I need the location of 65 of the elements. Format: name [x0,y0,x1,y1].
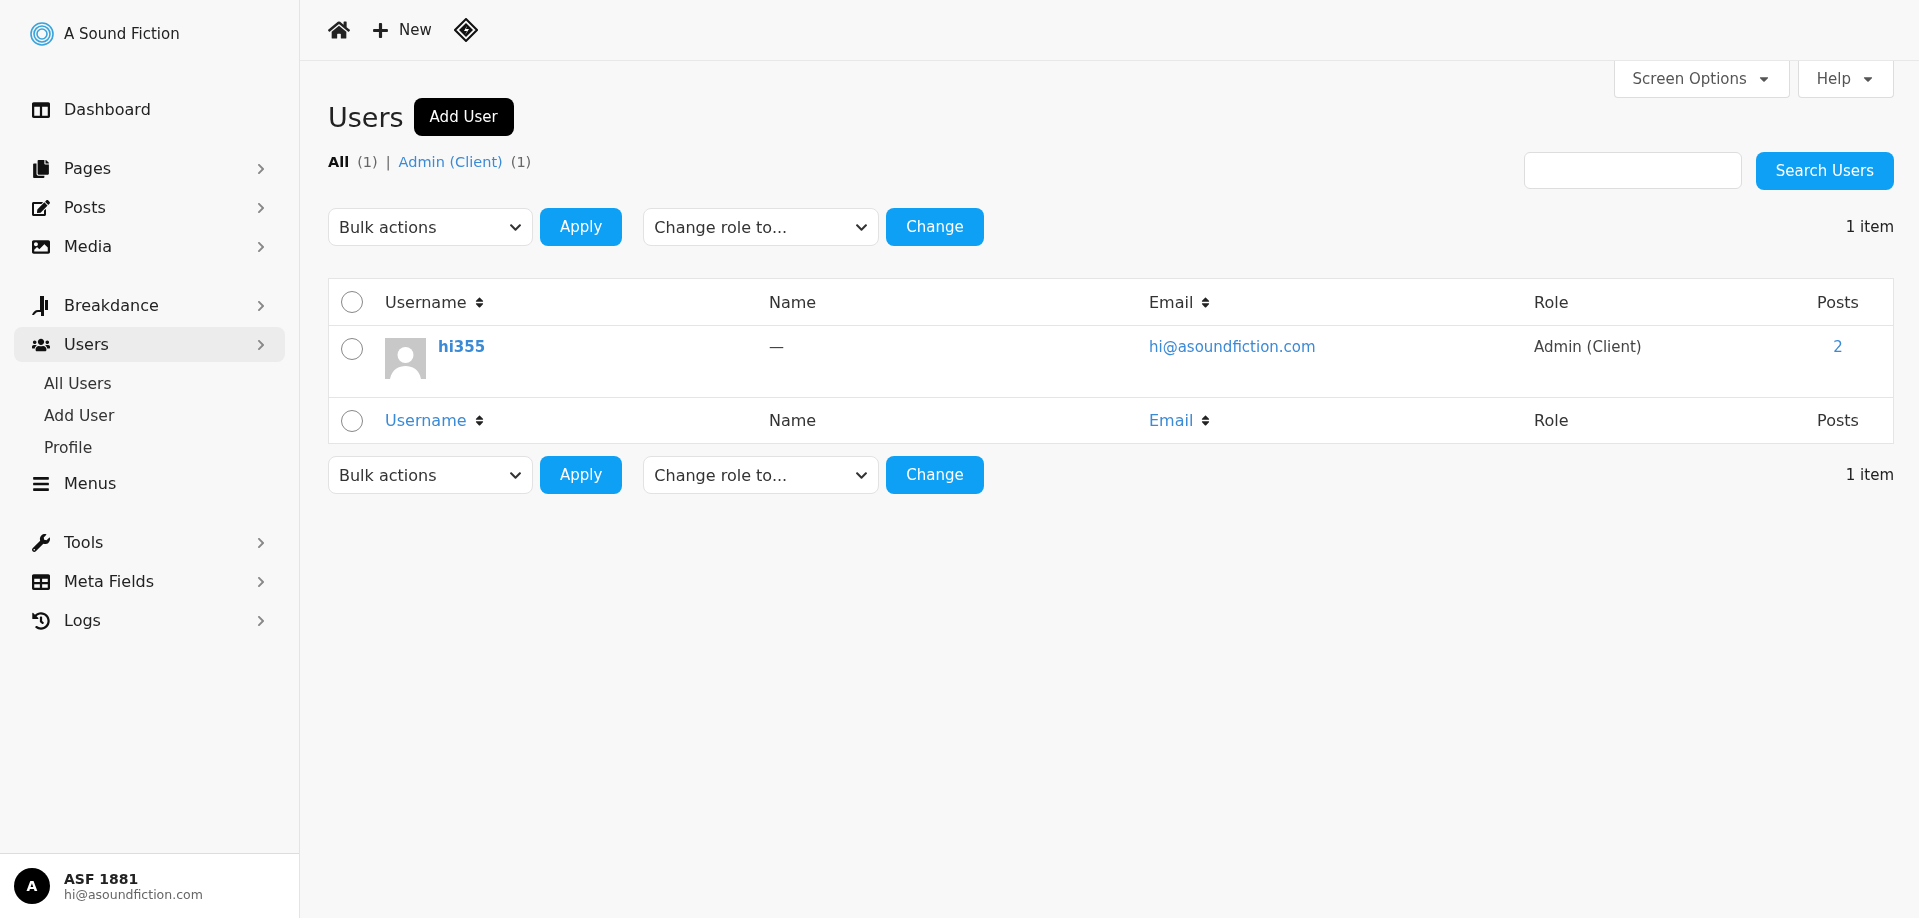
sidebar-item[interactable]: Meta Fields [14,564,285,599]
column-header[interactable]: Email [1149,411,1534,430]
view-link[interactable]: All [328,154,350,170]
chevron-icon [255,201,267,214]
home-icon[interactable] [328,19,350,41]
screen-tab[interactable]: Screen Options [1613,61,1790,98]
sidebar-item[interactable]: Pages [14,151,285,186]
table-cell-text: Admin (Client) [1534,338,1643,356]
sidebar-item[interactable]: Tools [14,525,285,560]
submenu-item[interactable]: Profile [44,432,285,464]
view-link[interactable]: Admin (Client) [398,154,503,170]
posts-link[interactable]: 2 [1833,338,1843,356]
search-field[interactable] [1523,152,1742,189]
chevron-icon [255,536,267,549]
separator: | [385,154,391,170]
logo-icon [30,22,54,46]
page-title: Users [328,101,404,133]
chevron-icon [255,299,267,312]
chevron-icon [255,575,267,588]
select-all-checkbox[interactable] [341,291,363,313]
bulk-actions-select[interactable]: Bulk actions [328,456,533,494]
column-header: Name [769,411,818,430]
item-count: 1 item [1845,466,1894,484]
view-count: (1) [510,154,532,170]
plus-icon [372,21,389,39]
account-email: hi@asoundfiction.com [64,886,203,902]
user-avatar: A [14,868,50,904]
column-header: Posts [1817,411,1859,430]
submenu-item[interactable]: Add User [44,400,285,432]
item-count: 1 item [1845,218,1894,236]
column-header[interactable]: Email [1149,292,1534,312]
screen-tab[interactable]: Help [1797,61,1894,98]
account-name: ASF 1881 [64,870,140,887]
sidebar-item[interactable]: Logs [14,603,285,638]
username-link[interactable]: hi355 [438,338,486,356]
select-all-checkbox[interactable] [341,409,363,432]
view-count: (1) [357,154,378,170]
builder-icon[interactable] [453,18,478,42]
column-header[interactable]: Username [385,292,769,312]
chevron-icon [255,162,267,175]
column-header: Posts [1817,292,1859,312]
role-select[interactable]: Change role to... [643,456,880,494]
add-user-button[interactable]: Add User [413,98,514,136]
table-cell-text: — [769,338,785,356]
submenu-item[interactable]: All Users [44,368,285,400]
sidebar-item[interactable]: Posts [14,190,285,225]
sidebar-item[interactable]: Media [14,229,285,264]
chevron-icon [255,614,267,627]
column-header: Role [1534,411,1570,430]
column-header[interactable]: Username [385,411,769,430]
site-name: A Sound Fiction [64,25,180,43]
column-header: Name [769,292,818,312]
role-select[interactable]: Change role to... [643,208,880,246]
sidebar-item[interactable]: Breakdance [14,288,285,323]
sidebar-item[interactable]: Users [14,327,285,362]
email-link[interactable]: hi@asoundfiction.com [1149,338,1534,356]
chevron-icon [255,338,267,351]
new-button[interactable]: New [372,21,432,39]
column-header: Role [1534,292,1570,312]
bulk-actions-select[interactable]: Bulk actions [328,208,533,246]
sidebar-item[interactable]: Dashboard [14,92,285,127]
breakdance-icon [32,295,50,316]
sidebar-item[interactable]: Menus [14,466,285,501]
row-checkbox[interactable] [341,338,363,360]
chevron-icon [255,240,267,253]
